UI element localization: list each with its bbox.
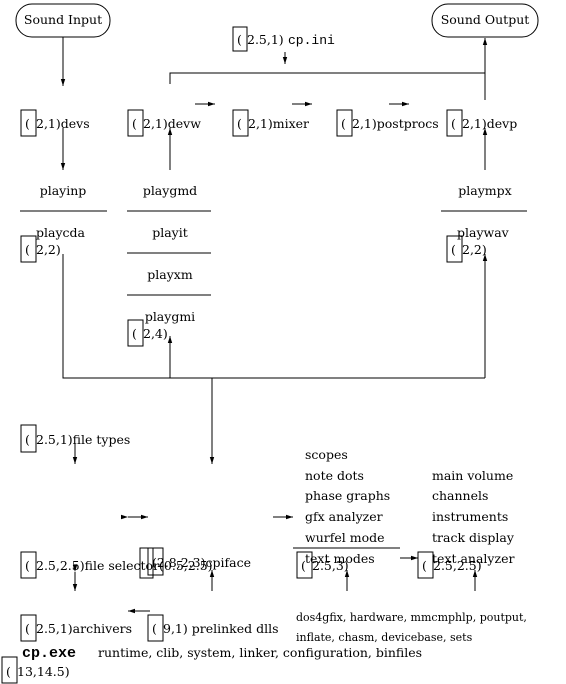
left-coord: 2,2)	[36, 242, 61, 257]
prelinked-list: dos4gfix, hardware, mmcmphlp, poutput,	[296, 611, 527, 624]
file-types-label: 2.5,1)file types	[36, 432, 130, 447]
prelinked-label: 9,1) prelinked dlls	[163, 621, 279, 636]
paren: (	[25, 621, 30, 636]
text-mode: main volume	[432, 468, 513, 483]
playit-label: playit	[152, 225, 188, 240]
cpini-label: cp.ini	[288, 33, 335, 48]
playxm-label: playxm	[147, 267, 193, 282]
paren: (	[152, 621, 157, 636]
bottom-coord: 13,14.5)	[17, 664, 70, 679]
archivers-label: 2.5,1)archivers	[36, 621, 132, 636]
text-mode: track display	[432, 530, 515, 545]
paren: (	[237, 116, 242, 131]
paren: (	[301, 558, 306, 573]
text-modes-list: main volume channels instruments track d…	[432, 468, 515, 566]
paren: (	[25, 116, 30, 131]
paren: (	[422, 558, 427, 573]
mid-coord: 2,4)	[143, 326, 168, 341]
right-coord: 2,2)	[462, 242, 487, 257]
cpexe-list: runtime, clib, system, linker, configura…	[98, 645, 422, 660]
paren: (	[6, 664, 11, 679]
mixer-label: 2,1)mixer	[248, 116, 309, 131]
cpiface-label: (2.8,2.3)cpiface	[152, 555, 251, 570]
devp-label: 2,1)devp	[462, 116, 517, 131]
connector	[62, 254, 485, 379]
playinp-label: playinp	[40, 183, 87, 198]
paren: (	[25, 432, 30, 447]
playcda-label: playcda	[36, 225, 86, 240]
paren: (	[451, 242, 456, 257]
connector	[169, 72, 485, 84]
text-mode: instruments	[432, 509, 508, 524]
prelinked-list: inflate, chasm, devicebase, sets	[296, 631, 473, 644]
playgmd-label: playgmd	[143, 183, 197, 198]
postprocs-label: 2,1)postprocs	[352, 116, 439, 131]
plaympx-label: plaympx	[458, 183, 511, 198]
gfx-coord: 2.5,3)	[312, 558, 349, 573]
gfx-mode: scopes	[305, 447, 348, 462]
sound-input-node: Sound Input	[15, 3, 111, 38]
sound-output-label: Sound Output	[441, 12, 530, 27]
gfx-mode: phase graphs	[305, 488, 390, 503]
paren: (	[132, 116, 137, 131]
devw-label: 2,1)devw	[143, 116, 201, 131]
sound-input-label: Sound Input	[24, 12, 102, 27]
paren: (	[451, 116, 456, 131]
gfx-mode: wurfel mode	[305, 530, 385, 545]
device-row: ( 2,1)devs ( 2,1)devw ( 2,1)mixer ( 2,1)…	[20, 109, 517, 137]
gfx-mode: gfx analyzer	[305, 509, 383, 524]
paren: (	[132, 326, 137, 341]
gfx-mode: note dots	[305, 468, 364, 483]
cpini-coord: 2.5,1)	[247, 32, 284, 47]
cpexe-label: cp.exe	[22, 645, 76, 662]
playgmi-label: playgmi	[145, 309, 195, 324]
text-mode: channels	[432, 488, 488, 503]
paren: (	[25, 558, 30, 573]
paren: (	[341, 116, 346, 131]
paren: (	[25, 242, 30, 257]
paren: (	[237, 32, 242, 47]
playwav-label: playwav	[457, 225, 510, 240]
architecture-diagram: Sound Input Sound Output ( 2.5,1) cp.ini…	[1, 3, 539, 684]
text-coord: 2.5,2.5)	[433, 558, 482, 573]
sound-output-node: Sound Output	[431, 3, 539, 38]
